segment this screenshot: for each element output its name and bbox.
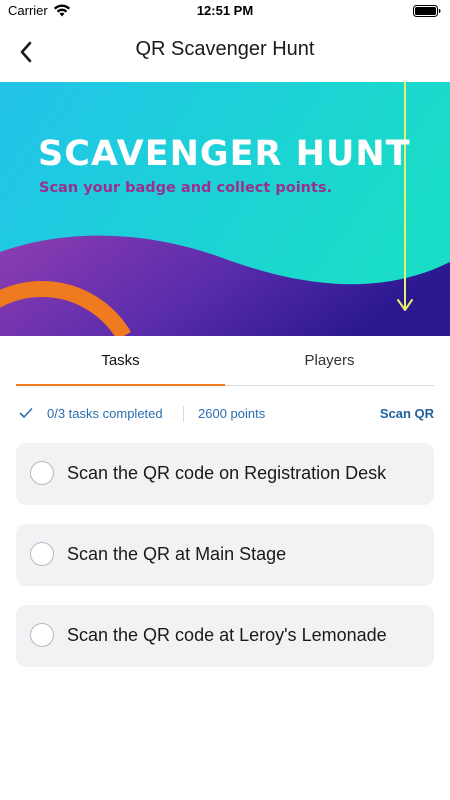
checkmark-icon <box>19 408 33 418</box>
task-item[interactable]: Scan the QR code at Leroy's Lemonade <box>16 605 434 667</box>
task-item[interactable]: Scan the QR code on Registration Desk <box>16 443 434 505</box>
tab-tasks[interactable]: Tasks <box>16 336 225 384</box>
task-label: Scan the QR code at Leroy's Lemonade <box>67 625 387 645</box>
tasks-completed-text: 0/3 tasks completed <box>47 406 163 421</box>
banner-title: SCAVENGER HUNT <box>38 134 411 174</box>
divider <box>183 406 184 422</box>
hero-banner: SCAVENGER HUNT Scan your badge and colle… <box>0 82 450 336</box>
battery-icon <box>413 5 441 17</box>
progress-summary: 0/3 tasks completed 2600 points Scan QR <box>16 400 434 428</box>
page-title: QR Scavenger Hunt <box>135 38 315 60</box>
nav-bar: QR Scavenger Hunt <box>0 22 450 82</box>
tab-bar: Tasks Players <box>16 336 434 386</box>
banner-subtitle: Scan your badge and collect points. <box>39 180 333 196</box>
scan-qr-button[interactable]: Scan QR <box>380 406 434 421</box>
task-checkbox[interactable] <box>30 542 54 566</box>
task-checkbox[interactable] <box>30 623 54 647</box>
task-label: Scan the QR at Main Stage <box>67 544 287 564</box>
status-bar: Carrier 12:51 PM <box>0 0 450 22</box>
status-time: 12:51 PM <box>196 3 254 18</box>
task-item[interactable]: Scan the QR at Main Stage <box>16 524 434 586</box>
task-label: Scan the QR code on Registration Desk <box>67 463 387 483</box>
points-text: 2600 points <box>198 406 266 421</box>
active-tab-indicator <box>16 384 225 386</box>
task-checkbox[interactable] <box>30 461 54 485</box>
tab-players[interactable]: Players <box>225 336 434 384</box>
banner-artwork <box>0 82 450 336</box>
